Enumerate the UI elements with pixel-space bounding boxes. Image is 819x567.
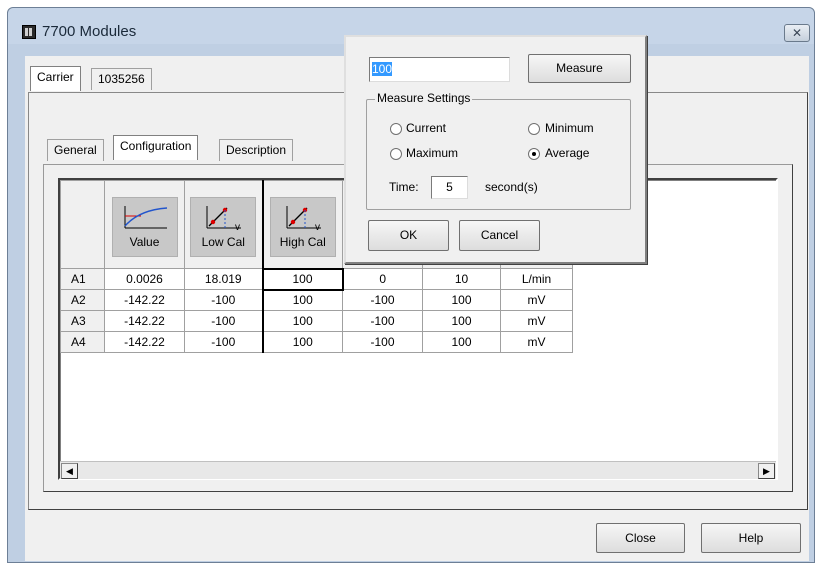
time-label: Time: <box>389 180 419 194</box>
header-low-cal-label: Low Cal <box>201 235 245 249</box>
radio-maximum[interactable] <box>390 148 402 160</box>
row-label: A4 <box>60 331 105 353</box>
horizontal-scrollbar[interactable]: ◀ ▶ <box>60 461 776 479</box>
table-cell[interactable]: 100 <box>262 331 343 353</box>
header-value-label: Value <box>129 235 160 249</box>
table-cell[interactable]: mV <box>500 310 573 332</box>
ok-button[interactable]: OK <box>368 220 449 251</box>
scroll-right-icon[interactable]: ▶ <box>758 463 775 479</box>
close-button[interactable]: Close <box>596 523 685 553</box>
header-high-cal-label: High Cal <box>279 234 326 249</box>
low-cal-graph-icon: v <box>206 206 242 232</box>
table-cell[interactable]: 100 <box>422 289 501 311</box>
table-cell-selected[interactable]: 100 <box>261 267 344 291</box>
grid-corner <box>60 180 105 269</box>
svg-text:v: v <box>235 222 240 232</box>
table-cell[interactable]: -142.22 <box>104 331 185 353</box>
table-cell[interactable]: 100 <box>262 310 343 332</box>
table-cell[interactable]: -100 <box>184 310 264 332</box>
measure-button[interactable]: Measure <box>528 54 631 83</box>
value-graph-icon <box>123 206 167 229</box>
tab-configuration[interactable]: Configuration <box>113 135 199 160</box>
tab-carrier[interactable]: Carrier <box>30 66 81 91</box>
table-cell[interactable]: mV <box>500 331 573 353</box>
svg-text:v: v <box>315 222 320 232</box>
cancel-button[interactable]: Cancel <box>459 220 540 251</box>
radio-minimum-label: Minimum <box>545 121 594 135</box>
measured-value-input[interactable]: 100 <box>369 57 510 82</box>
table-cell[interactable]: -142.22 <box>104 310 185 332</box>
measure-settings-title: Measure Settings <box>375 91 473 105</box>
help-button[interactable]: Help <box>701 523 801 553</box>
table-cell[interactable]: 0.0026 <box>104 268 185 290</box>
row-label: A2 <box>60 289 105 311</box>
table-row: A3 -142.22 -100 100 -100 100 mV <box>60 310 573 332</box>
table-cell[interactable]: -100 <box>342 331 423 353</box>
scroll-left-icon[interactable]: ◀ <box>61 463 78 479</box>
time-unit-label: second(s) <box>485 180 538 194</box>
row-label: A3 <box>60 310 105 332</box>
header-value[interactable]: Value <box>104 180 185 269</box>
tab-description[interactable]: Description <box>219 139 294 161</box>
table-cell[interactable]: 100 <box>422 310 501 332</box>
radio-current-label: Current <box>406 121 447 135</box>
high-cal-graph-icon: v <box>286 205 321 232</box>
table-cell[interactable]: -100 <box>342 310 423 332</box>
table-cell[interactable]: -100 <box>184 289 264 311</box>
table-row: A1 0.0026 18.019 100 0 10 L/min <box>60 267 573 291</box>
radio-minimum[interactable] <box>528 123 540 135</box>
table-cell[interactable]: 100 <box>262 289 343 311</box>
table-cell[interactable]: L/min <box>500 268 573 290</box>
app-icon <box>22 25 36 39</box>
radio-maximum-label: Maximum <box>406 146 459 160</box>
time-field[interactable]: 5 <box>431 176 468 199</box>
table-row: A4 -142.22 -100 100 -100 100 mV <box>60 331 573 353</box>
radio-average[interactable] <box>528 148 540 160</box>
table-cell[interactable]: 100 <box>422 331 501 353</box>
header-low-cal[interactable]: v Low Cal <box>184 180 264 269</box>
measured-value-text: 100 <box>372 62 393 76</box>
radio-current[interactable] <box>390 123 402 135</box>
table-cell[interactable]: 0 <box>342 268 423 290</box>
table-row: A2 -142.22 -100 100 -100 100 mV <box>60 289 573 311</box>
table-cell[interactable]: -100 <box>342 289 423 311</box>
table-cell[interactable]: -100 <box>184 331 264 353</box>
row-label: A1 <box>60 268 105 290</box>
table-cell[interactable]: 10 <box>422 268 501 290</box>
table-cell[interactable]: -142.22 <box>104 289 185 311</box>
tab-general[interactable]: General <box>47 139 104 161</box>
table-cell[interactable]: 18.019 <box>184 268 264 290</box>
close-icon[interactable]: ✕ <box>784 24 810 42</box>
tab-1035256[interactable]: 1035256 <box>91 68 152 90</box>
radio-average-label: Average <box>545 146 590 160</box>
table-cell[interactable]: mV <box>500 289 573 311</box>
header-high-cal[interactable]: v High Cal <box>262 180 343 269</box>
window-title: 7700 Modules <box>42 23 137 40</box>
